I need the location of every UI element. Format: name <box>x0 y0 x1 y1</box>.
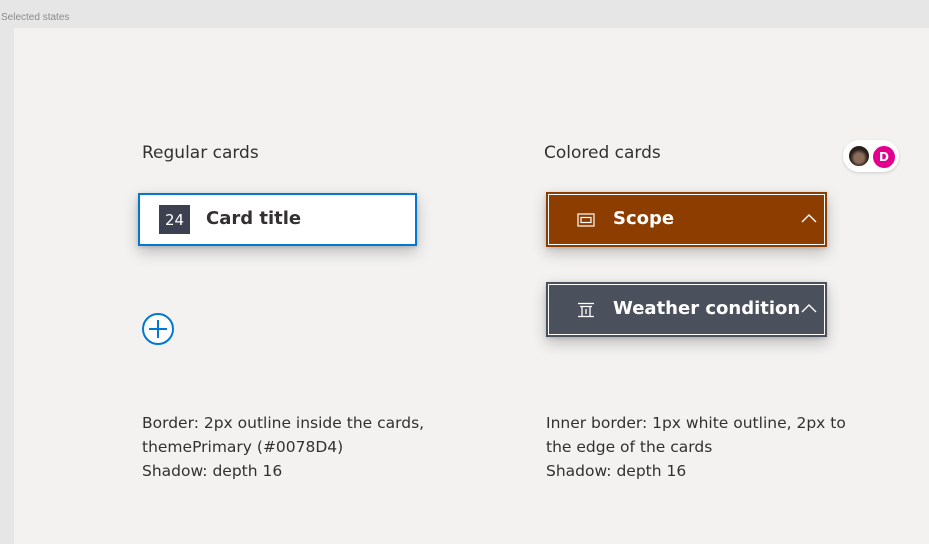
weather-title: Weather condition <box>613 298 801 319</box>
scope-title: Scope <box>613 208 675 229</box>
colored-cards-note: Inner border: 1px white outline, 2px to … <box>546 411 846 483</box>
scope-icon <box>577 213 595 227</box>
regular-cards-note: Border: 2px outline inside the cards, th… <box>142 411 424 483</box>
note-line: Border: 2px outline inside the cards, <box>142 414 425 432</box>
weather-card-inner-border: Weather condition <box>548 284 825 335</box>
weather-condition-card[interactable]: Weather condition <box>546 282 827 337</box>
canvas: Regular cards Colored cards 24 Card titl… <box>14 28 929 544</box>
note-line: Shadow: depth 16 <box>546 462 687 480</box>
chevron-up-icon[interactable] <box>800 301 818 315</box>
scope-card-inner-border: Scope <box>548 194 825 245</box>
note-line: Shadow: depth 16 <box>142 462 283 480</box>
count-badge: 24 <box>159 205 190 234</box>
frame-label: Selected states <box>1 12 70 23</box>
note-line: Inner border: 1px white outline, 2px to <box>546 414 846 432</box>
avatar-photo[interactable] <box>847 144 871 168</box>
scope-card[interactable]: Scope <box>546 192 827 247</box>
add-circle-icon[interactable] <box>141 312 175 346</box>
note-line: the edge of the cards <box>546 438 713 456</box>
colored-cards-heading: Colored cards <box>544 143 661 163</box>
chevron-up-icon[interactable] <box>800 211 818 225</box>
note-line: themePrimary (#0078D4) <box>142 438 344 456</box>
regular-cards-heading: Regular cards <box>142 143 259 163</box>
card-title: Card title <box>206 208 302 229</box>
avatar-initial[interactable]: D <box>871 144 897 170</box>
regular-card[interactable]: 24 Card title <box>138 193 417 246</box>
weather-icon <box>578 302 594 318</box>
collaborator-avatars[interactable]: D <box>843 140 899 172</box>
